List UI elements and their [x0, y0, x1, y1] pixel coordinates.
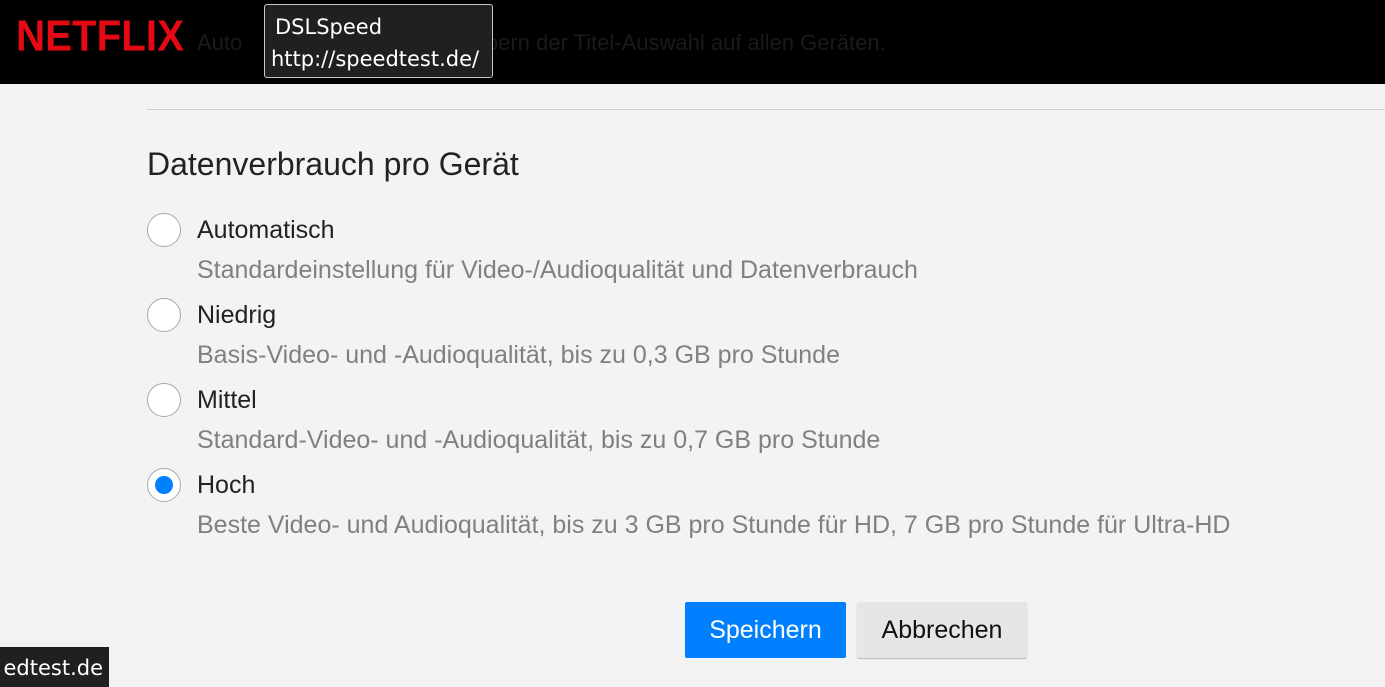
tooltip-title: DSLSpeed — [275, 15, 383, 39]
link-tooltip: DSLSpeed http://speedtest.de/ — [264, 4, 493, 78]
netflix-settings-page: NETFLIX Auto eim Durchstöbern der Titel-A… — [0, 0, 1385, 687]
option-description: Beste Video- und Audioqualität, bis zu 3… — [197, 511, 1231, 539]
save-button[interactable]: Speichern — [685, 602, 846, 658]
tooltip-url: http://speedtest.de/ — [271, 47, 480, 71]
option-label[interactable]: Hoch — [197, 471, 255, 500]
netflix-logo-text: NETFLIX — [16, 12, 184, 60]
radio-hoch[interactable] — [147, 468, 181, 502]
top-header-bar: NETFLIX Auto eim Durchstöbern der Titel-A… — [0, 0, 1385, 84]
radio-mittel[interactable] — [147, 383, 181, 417]
radio-automatisch[interactable] — [147, 213, 181, 247]
option-label[interactable]: Automatisch — [197, 216, 335, 245]
netflix-logo[interactable]: NETFLIX — [16, 12, 184, 60]
status-bar-url: edtest.de — [0, 647, 109, 687]
section-title: Datenverbrauch pro Gerät — [147, 146, 519, 182]
option-description: Standard-Video- und -Audioqualität, bis … — [197, 426, 881, 454]
cancel-button[interactable]: Abbrechen — [857, 602, 1027, 658]
option-label[interactable]: Mittel — [197, 386, 257, 415]
section-divider — [147, 109, 1385, 110]
option-description: Basis-Video- und -Audioqualität, bis zu … — [197, 341, 840, 369]
option-description: Standardeinstellung für Video-/Audioqual… — [197, 256, 918, 284]
radio-niedrig[interactable] — [147, 298, 181, 332]
option-label[interactable]: Niedrig — [197, 301, 276, 330]
header-partial-text-left: Auto — [197, 30, 243, 55]
